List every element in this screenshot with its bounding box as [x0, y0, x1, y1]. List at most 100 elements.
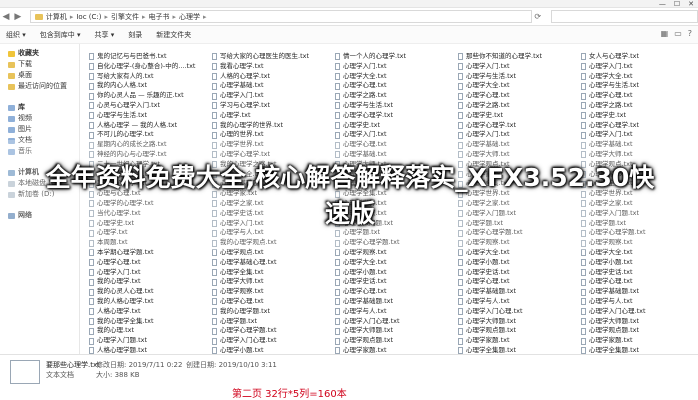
file-item[interactable]: 心理学入门.txt: [458, 62, 576, 72]
file-item[interactable]: 学习与心理学.txt: [212, 101, 330, 111]
file-item[interactable]: 心理学家题.txt: [335, 346, 453, 354]
file-item[interactable]: 心理学入门心理.txt: [212, 336, 330, 346]
file-item[interactable]: 女人与心理学.txt: [581, 52, 698, 62]
file-item[interactable]: 心理学与生活.txt: [458, 72, 576, 82]
file-item[interactable]: 心理学心理.txt: [581, 91, 698, 101]
search-input[interactable]: [551, 10, 698, 23]
file-item[interactable]: 心理的世界.txt: [212, 130, 330, 140]
file-item[interactable]: 心理学史.txt: [335, 121, 453, 131]
close-button[interactable]: ✕: [688, 0, 694, 8]
file-item[interactable]: 心理学心理.txt: [335, 81, 453, 91]
file-item[interactable]: 心理学大师题.txt: [335, 326, 453, 336]
file-item[interactable]: 心理学小题.txt: [335, 268, 453, 278]
breadcrumb-engine-files[interactable]: 引擎文件 ▸: [111, 12, 149, 22]
file-item[interactable]: 心理学心理.txt: [581, 277, 698, 287]
file-item[interactable]: 心理学心理学题.txt: [212, 326, 330, 336]
file-item[interactable]: 心理学史话.txt: [335, 277, 453, 287]
file-item[interactable]: 心理学基础题.txt: [335, 297, 453, 307]
breadcrumb[interactable]: 计算机 ▸ Ioc (C:) ▸ 引擎文件 ▸ 电子书 ▸ 心理学 ▸: [29, 10, 533, 23]
back-arrow-icon[interactable]: ◀: [0, 12, 12, 22]
file-item[interactable]: 人格的心理学.txt: [212, 72, 330, 82]
file-item[interactable]: 心理学入门.txt: [581, 62, 698, 72]
sidebar-item-recent[interactable]: 最近访问的位置: [0, 81, 79, 92]
file-item[interactable]: 心理学心理.txt: [212, 297, 330, 307]
file-item[interactable]: 心理学全集题.txt: [581, 346, 698, 354]
file-item[interactable]: 人格心理学.txt: [89, 307, 207, 317]
file-item[interactable]: 心灵与心理学入门.txt: [89, 101, 207, 111]
file-item[interactable]: 写给大家有人的.txt: [89, 72, 207, 82]
file-item[interactable]: 心理学史话.txt: [581, 268, 698, 278]
file-item[interactable]: 心理学基础.txt: [212, 81, 330, 91]
preview-pane-icon[interactable]: ▭: [674, 29, 682, 38]
file-item[interactable]: 心理学与生活.txt: [335, 101, 453, 111]
refresh-icon[interactable]: ⟳: [534, 12, 541, 21]
file-item[interactable]: 心理学观点题.txt: [581, 326, 698, 336]
file-item[interactable]: 情一个人的心理学.txt: [335, 52, 453, 62]
file-item[interactable]: 不可儿的心理学.txt: [89, 130, 207, 140]
file-item[interactable]: 心理学史话.txt: [458, 268, 576, 278]
breadcrumb-ebooks[interactable]: 电子书 ▸: [149, 12, 180, 22]
file-item[interactable]: 心理学基础题.txt: [581, 287, 698, 297]
file-item[interactable]: 心理学与生活.txt: [581, 81, 698, 91]
new-folder-button[interactable]: 新建文件夹: [156, 30, 191, 40]
file-item[interactable]: 我的心理学的世界.txt: [212, 121, 330, 131]
file-item[interactable]: 心理学观点题.txt: [458, 326, 576, 336]
file-item[interactable]: 心理学大全.txt: [335, 258, 453, 268]
file-item[interactable]: 心理学心理.txt: [89, 258, 207, 268]
file-item[interactable]: 心理学家题.txt: [581, 336, 698, 346]
file-item[interactable]: 自化心理学-(身心整合)-中的....txt: [89, 62, 207, 72]
file-item[interactable]: 心理学入门心理.txt: [581, 307, 698, 317]
file-item[interactable]: 心理学入门.txt: [335, 130, 453, 140]
file-item[interactable]: 心理学入门.txt: [212, 91, 330, 101]
file-item[interactable]: 心理学心理.txt: [458, 277, 576, 287]
file-item[interactable]: 我的心理.txt: [89, 326, 207, 336]
file-item[interactable]: 心理学入门.txt: [89, 268, 207, 278]
file-item[interactable]: 心理学入门心理.txt: [335, 317, 453, 327]
file-item[interactable]: 心理学.txt: [212, 111, 330, 121]
file-item[interactable]: 心理学大师题.txt: [458, 317, 576, 327]
view-options-icon[interactable]: ▦: [661, 29, 669, 38]
breadcrumb-computer[interactable]: 计算机 ▸: [46, 12, 77, 22]
file-item[interactable]: 我的心灵人心理.txt: [89, 287, 207, 297]
sidebar-item-pictures[interactable]: 图片: [0, 124, 79, 135]
file-item[interactable]: 心理学史.txt: [458, 111, 576, 121]
file-item[interactable]: 心理学观点题.txt: [335, 336, 453, 346]
file-item[interactable]: 心理学与人.txt: [458, 297, 576, 307]
file-item[interactable]: 心理学大全.txt: [581, 72, 698, 82]
maximize-button[interactable]: ☐: [674, 0, 680, 8]
file-item[interactable]: 心理学大师.txt: [212, 277, 330, 287]
file-item[interactable]: 心理学小题.txt: [581, 258, 698, 268]
file-item[interactable]: 心理学观察.txt: [212, 287, 330, 297]
file-item[interactable]: 我的心理学.txt: [89, 277, 207, 287]
file-item[interactable]: 我看心理学.txt: [212, 62, 330, 72]
file-item[interactable]: 心理学心理学.txt: [335, 111, 453, 121]
file-item[interactable]: 心理学大师题.txt: [581, 317, 698, 327]
file-item[interactable]: 鬼的记忆与与巴爸书.txt: [89, 52, 207, 62]
sidebar-item-libraries[interactable]: 库: [0, 102, 79, 113]
share-menu[interactable]: 共享 ▾: [95, 30, 115, 40]
file-item[interactable]: 心理学题.txt: [212, 317, 330, 327]
breadcrumb-drive[interactable]: Ioc (C:) ▸: [76, 13, 111, 21]
file-item[interactable]: 心理学大全.txt: [335, 72, 453, 82]
breadcrumb-psychology[interactable]: 心理学 ▸: [179, 12, 210, 22]
sidebar-item-downloads[interactable]: 下载: [0, 59, 79, 70]
sidebar-item-videos[interactable]: 视频: [0, 113, 79, 124]
file-item[interactable]: 心理学心理.txt: [335, 287, 453, 297]
file-item[interactable]: 心理学与人.txt: [581, 297, 698, 307]
file-item[interactable]: 我的心理学题.txt: [212, 307, 330, 317]
file-item[interactable]: 写给大家的心理医生的医生.txt: [212, 52, 330, 62]
file-item[interactable]: 我的内心人格.txt: [89, 81, 207, 91]
file-item[interactable]: 心理学之路.txt: [335, 91, 453, 101]
file-item[interactable]: 心理学入门.txt: [581, 130, 698, 140]
file-item[interactable]: 那些你不知道的心理学.txt: [458, 52, 576, 62]
forward-arrow-icon[interactable]: ▶: [12, 12, 24, 22]
file-item[interactable]: 你的心灵人品 — 乐趣的正.txt: [89, 91, 207, 101]
file-item[interactable]: 心理学小题.txt: [212, 346, 330, 354]
burn-button[interactable]: 刻录: [128, 30, 142, 40]
minimize-button[interactable]: —: [659, 0, 666, 8]
file-item[interactable]: 心理学小题.txt: [458, 258, 576, 268]
file-item[interactable]: 心理学之路.txt: [458, 101, 576, 111]
include-in-library-menu[interactable]: 包含到库中 ▾: [40, 30, 81, 40]
file-item[interactable]: 心理学入门.txt: [335, 62, 453, 72]
file-item[interactable]: 心理学全集题.txt: [458, 346, 576, 354]
